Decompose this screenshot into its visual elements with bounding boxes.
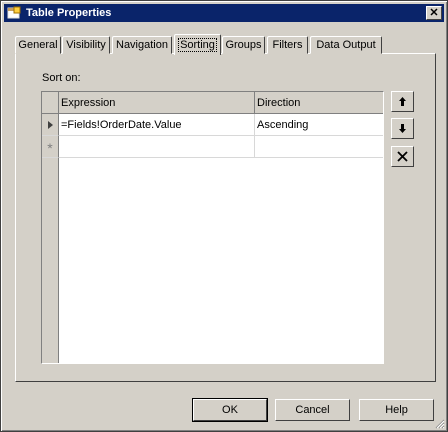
arrow-up-icon <box>399 97 406 106</box>
new-row-icon: * <box>47 140 53 156</box>
grid-header-row: Expression Direction <box>42 92 383 114</box>
tab-label: Visibility <box>66 39 106 51</box>
tab-label: Sorting <box>178 38 217 52</box>
table-row[interactable]: =Fields!OrderDate.Value Ascending <box>42 114 383 136</box>
column-header-direction[interactable]: Direction <box>255 92 383 114</box>
tab-label: Filters <box>272 39 303 51</box>
tab-data-output[interactable]: Data Output <box>310 36 382 54</box>
tab-label: General <box>18 39 58 51</box>
expression-cell[interactable]: =Fields!OrderDate.Value <box>59 114 255 136</box>
row-header-column <box>42 158 59 363</box>
arrow-down-icon <box>399 124 406 133</box>
ok-button[interactable]: OK <box>192 398 268 422</box>
tab-label: Navigation <box>116 39 168 51</box>
direction-cell[interactable] <box>255 136 383 158</box>
direction-cell[interactable]: Ascending <box>255 114 383 136</box>
delete-x-icon <box>397 151 408 162</box>
new-row[interactable]: * <box>42 136 383 158</box>
close-icon: ✕ <box>429 6 439 19</box>
sort-on-label: Sort on: <box>42 72 81 84</box>
delete-button[interactable] <box>391 146 414 167</box>
window-title: Table Properties <box>26 7 112 19</box>
tab-label: Data Output <box>316 39 376 51</box>
tab-sorting[interactable]: Sorting <box>174 34 221 55</box>
tab-general[interactable]: General <box>15 36 61 54</box>
move-down-button[interactable] <box>391 118 414 139</box>
row-selector[interactable] <box>42 114 59 136</box>
new-row-selector[interactable]: * <box>42 136 59 158</box>
expression-cell[interactable] <box>59 136 255 158</box>
tab-groups[interactable]: Groups <box>222 36 265 54</box>
close-button[interactable]: ✕ <box>426 6 442 20</box>
tab-visibility[interactable]: Visibility <box>62 36 110 54</box>
dialog-window: Table Properties ✕ General Visibility Na… <box>0 0 448 432</box>
title-bar[interactable]: Table Properties ✕ <box>4 4 444 22</box>
help-button[interactable]: Help <box>359 399 434 421</box>
cancel-button[interactable]: Cancel <box>275 399 350 421</box>
sort-grid[interactable]: Expression Direction =Fields!OrderDate.V… <box>41 91 384 364</box>
move-up-button[interactable] <box>391 91 414 112</box>
corner-cell <box>42 92 59 114</box>
tab-filters[interactable]: Filters <box>267 36 308 54</box>
tab-label: Groups <box>225 39 262 51</box>
column-header-expression[interactable]: Expression <box>59 92 255 114</box>
table-properties-icon <box>7 6 21 19</box>
current-row-icon <box>47 120 53 129</box>
resize-grip-icon[interactable] <box>433 417 445 429</box>
tab-navigation[interactable]: Navigation <box>112 36 172 54</box>
